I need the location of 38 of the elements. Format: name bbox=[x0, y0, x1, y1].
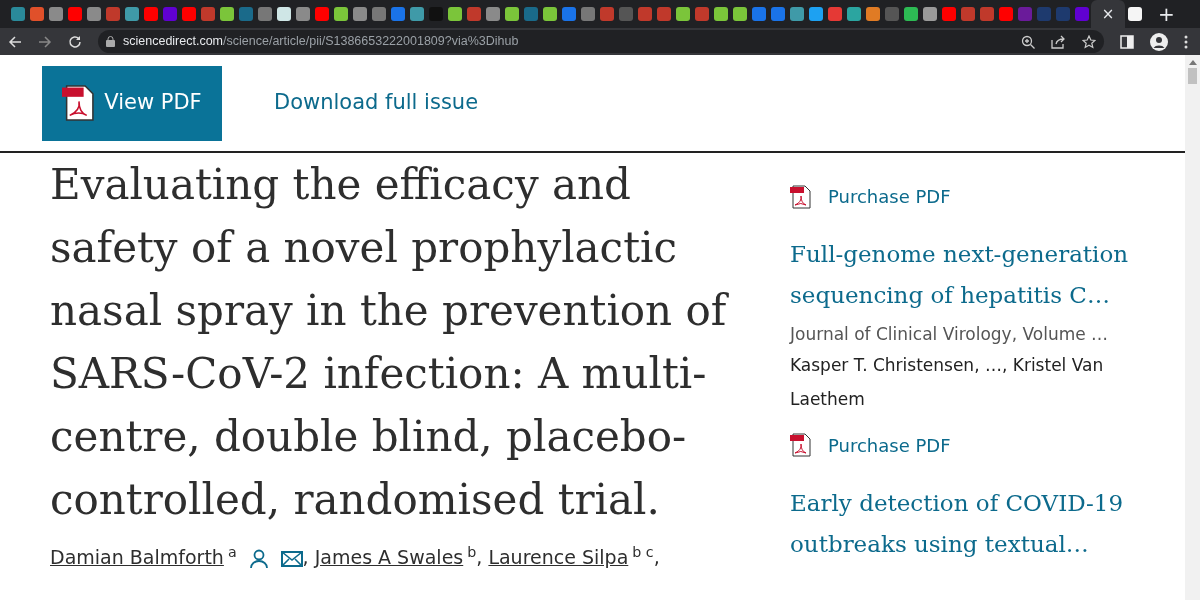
affiliation-mark: a bbox=[227, 543, 237, 560]
separator: , bbox=[653, 546, 660, 568]
affiliation-mark: b bbox=[467, 543, 477, 560]
person-icon[interactable] bbox=[248, 548, 269, 569]
separator: , bbox=[476, 546, 483, 568]
zoom-icon[interactable] bbox=[1021, 34, 1035, 49]
profile-icon[interactable] bbox=[1150, 32, 1168, 51]
related-article-title[interactable]: Full-genome next-generation sequencing of hepatitis C… bbox=[790, 234, 1160, 316]
pdf-icon bbox=[62, 84, 97, 122]
scrollbar[interactable] bbox=[1185, 55, 1200, 600]
download-link[interactable]: Download full issue bbox=[274, 87, 479, 119]
pdf-icon bbox=[790, 433, 812, 457]
author-link[interactable]: Laurence Silpa bbox=[488, 546, 629, 568]
purchase-pdf-link[interactable]: Purchase PDF bbox=[790, 183, 1160, 210]
author-link[interactable]: James A Swales bbox=[314, 546, 464, 568]
new-tab-button[interactable]: + bbox=[1152, 3, 1181, 25]
journal-name: Journal of Clinical Virology, Volume … bbox=[790, 323, 1110, 346]
reload-icon[interactable] bbox=[68, 34, 82, 49]
forward-icon[interactable] bbox=[38, 34, 52, 49]
back-icon[interactable] bbox=[8, 34, 22, 49]
browser-tab[interactable]: × bbox=[1091, 0, 1125, 28]
purchase-pdf-link[interactable]: Purchase PDF bbox=[790, 431, 1160, 459]
star-icon[interactable] bbox=[1082, 34, 1096, 49]
side-panel-icon[interactable] bbox=[1120, 34, 1134, 49]
affiliation-mark: b c bbox=[632, 543, 654, 560]
separator: , bbox=[302, 546, 309, 568]
related-article-title[interactable]: Early detection of COVID-19 outbreaks using textual… bbox=[790, 482, 1160, 565]
email-icon[interactable] bbox=[280, 550, 303, 567]
pdf-icon bbox=[790, 184, 812, 209]
lock-icon[interactable] bbox=[106, 36, 115, 47]
author-link[interactable]: Damian Balmforth bbox=[50, 546, 224, 568]
scrollbar-thumb[interactable] bbox=[1188, 68, 1197, 84]
menu-icon[interactable] bbox=[1184, 34, 1188, 49]
view-pdf-button[interactable]: View PDF bbox=[42, 65, 222, 141]
related-authors: Kasper T. Christensen, …, Kristel Van Laethem bbox=[790, 353, 1105, 411]
scroll-up-icon[interactable] bbox=[1188, 59, 1197, 65]
article-title: Evaluating the efficacy and safety of a novel prophylactic nasal spray in the prevention of SARS-CoV-2 infection: A multi-centre, double blind, placebo-controlled, randomised trial. bbox=[50, 159, 730, 526]
share-icon[interactable] bbox=[1051, 34, 1066, 49]
